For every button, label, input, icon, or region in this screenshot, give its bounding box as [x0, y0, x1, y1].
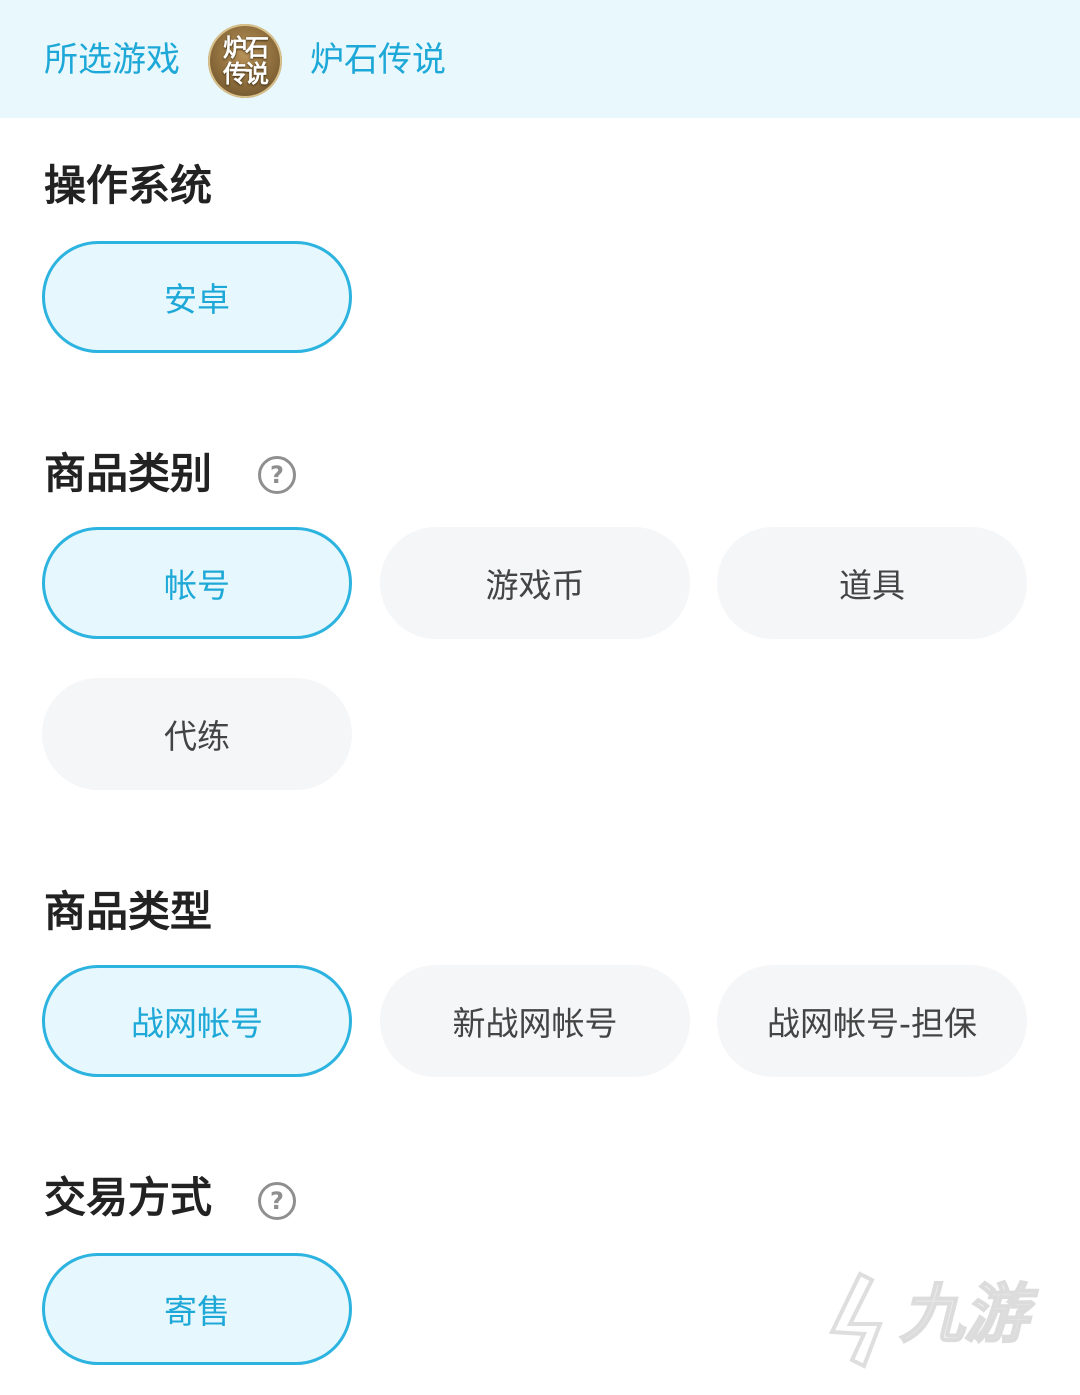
selected-game-label: 所选游戏	[44, 40, 180, 80]
help-icon[interactable]: ?	[258, 456, 296, 494]
section-title-trade: 交易方式	[44, 1173, 213, 1222]
section-title-category: 商品类别	[44, 449, 213, 498]
option-os-android[interactable]: 安卓	[42, 241, 352, 353]
option-type-new-battlenet-account[interactable]: 新战网帐号	[380, 965, 690, 1077]
game-logo-line1: 炉石	[223, 34, 269, 62]
watermark-text: 九游	[899, 1278, 1029, 1352]
header-bar: 所选游戏 炉石 传说 炉石传说	[0, 0, 1080, 118]
section-title-type: 商品类型	[44, 887, 213, 936]
option-category-account[interactable]: 帐号	[42, 527, 352, 639]
option-category-boosting[interactable]: 代练	[42, 678, 352, 790]
option-category-game-currency[interactable]: 游戏币	[380, 527, 690, 639]
help-icon[interactable]: ?	[258, 1182, 296, 1220]
section-title-os: 操作系统	[44, 161, 213, 210]
game-logo[interactable]: 炉石 传说	[208, 24, 282, 98]
game-logo-line2: 传说	[223, 60, 269, 88]
option-category-items[interactable]: 道具	[717, 527, 1027, 639]
option-type-battlenet-account-guaranteed[interactable]: 战网帐号-担保	[717, 965, 1027, 1077]
selected-game-name[interactable]: 炉石传说	[310, 38, 446, 82]
option-trade-consignment[interactable]: 寄售	[42, 1253, 352, 1365]
option-type-battlenet-account[interactable]: 战网帐号	[42, 965, 352, 1077]
